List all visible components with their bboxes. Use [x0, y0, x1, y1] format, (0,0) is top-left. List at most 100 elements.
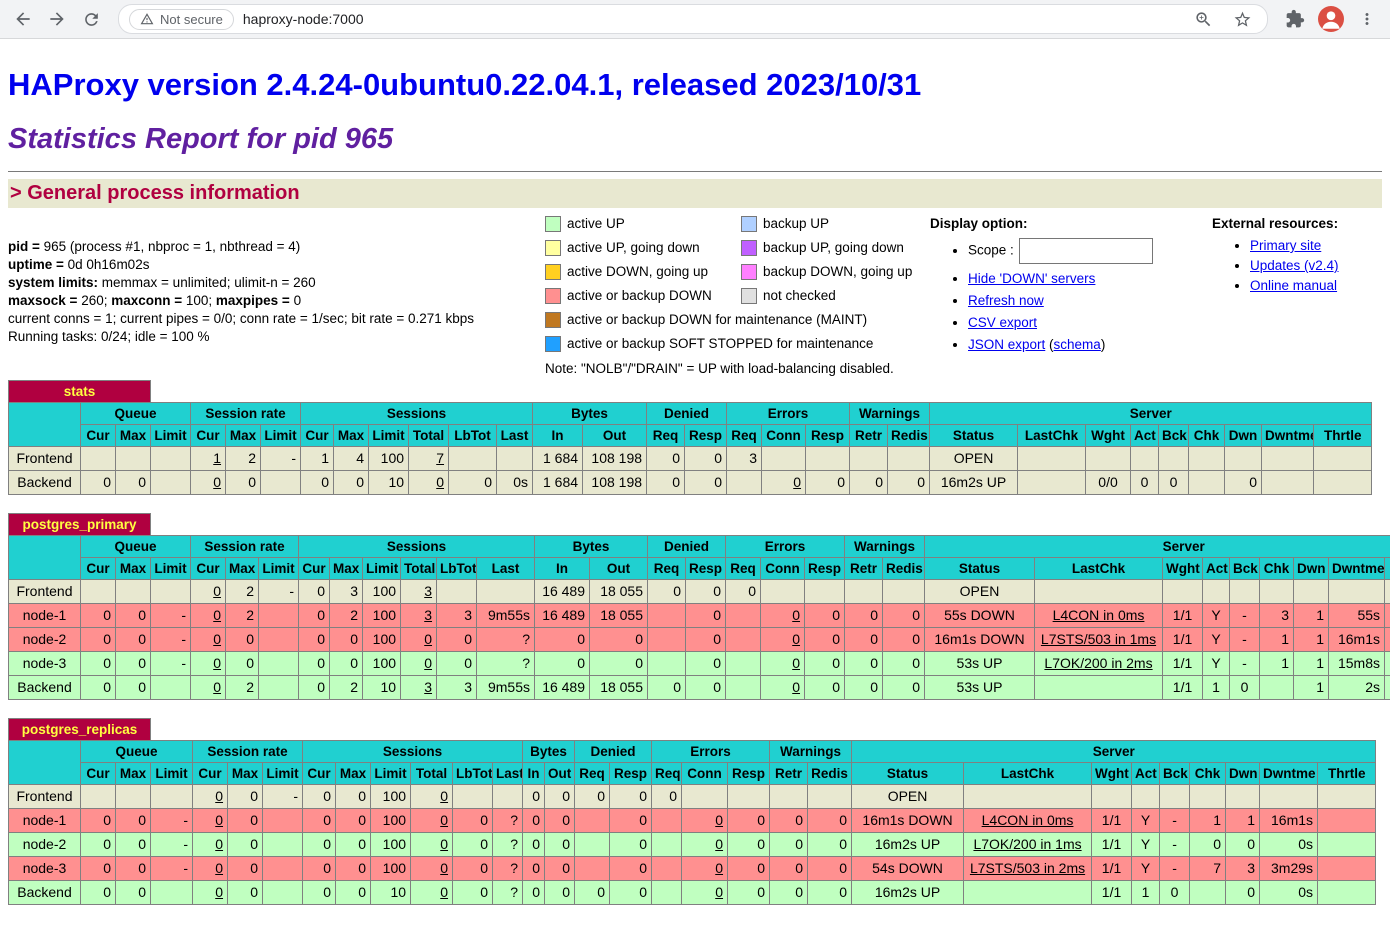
col-header: Resp: [805, 557, 845, 579]
cell-denied-req: 0: [648, 675, 686, 699]
profile-avatar[interactable]: [1318, 6, 1344, 32]
row-name: Frontend: [9, 784, 81, 808]
col-header: Max: [334, 424, 369, 446]
cell-dwntme: 0s: [1260, 832, 1318, 856]
cell-queue-cur: 0: [81, 832, 116, 856]
cell-rate-max: 0: [228, 808, 263, 832]
cell-bytes-in: 0: [523, 808, 545, 832]
col-group-server: Server: [930, 402, 1372, 424]
refresh-link[interactable]: Refresh now: [968, 293, 1044, 308]
cell-errors-conn: 0: [761, 651, 805, 675]
extensions-button[interactable]: [1280, 4, 1310, 34]
cell-sess-total: 0: [409, 470, 449, 494]
scope-input[interactable]: [1019, 238, 1153, 264]
col-header: Total: [411, 762, 453, 784]
col-header: Cur: [191, 557, 226, 579]
hide-down-link[interactable]: Hide 'DOWN' servers: [968, 271, 1095, 286]
cell-bck: 0: [1230, 675, 1260, 699]
proxy-table-postgres_primary: postgres_primaryQueueSession rateSession…: [8, 513, 1390, 700]
online-manual-link[interactable]: Online manual: [1250, 278, 1337, 293]
cell-weight: 1/1: [1163, 675, 1203, 699]
col-header: Retr: [850, 424, 888, 446]
bookmark-button[interactable]: [1227, 4, 1257, 34]
proxy-name-tab[interactable]: stats: [9, 380, 151, 402]
back-button[interactable]: [8, 4, 38, 34]
info-section: pid = 965 (process #1, nbproc = 1, nbthr…: [8, 216, 1382, 376]
cell-rate-limit: [259, 603, 299, 627]
process-info-line: uptime = 0d 0h16m02s: [8, 256, 545, 274]
cell-bytes-out: 108 198: [583, 446, 647, 470]
csv-export-link[interactable]: CSV export: [968, 315, 1037, 330]
cell-weight: 1/1: [1163, 603, 1203, 627]
cell-sess-limit: 100: [363, 579, 401, 603]
cell-act: 1: [1203, 675, 1230, 699]
col-group-warnings: Warnings: [850, 402, 930, 424]
cell-warnings-redis: 0: [808, 808, 852, 832]
cell-chk: 1: [1260, 627, 1294, 651]
cell-sess-last: [493, 784, 523, 808]
col-header: Dwn: [1225, 424, 1262, 446]
table-row-node-1: node-100-0202100339m55s16 48918 05500000…: [9, 603, 1390, 627]
col-header: LbTot: [453, 762, 493, 784]
tab-row-spacer: [151, 718, 1376, 740]
cell-thrtle: [1314, 470, 1372, 494]
cell-sess-last: ?: [493, 808, 523, 832]
col-header: Last: [493, 762, 523, 784]
url-text[interactable]: haproxy-node:7000: [243, 11, 364, 27]
col-header: Act: [1132, 762, 1160, 784]
cell-queue-cur: 0: [81, 627, 116, 651]
cell-denied-resp: 0: [610, 784, 652, 808]
cell-sess-last: 9m55s: [477, 603, 535, 627]
cell-denied-req: [648, 603, 686, 627]
col-header: Cur: [303, 762, 336, 784]
cell-sess-max: 0: [336, 784, 371, 808]
cell-queue-max: 0: [116, 470, 151, 494]
zoom-button[interactable]: [1188, 4, 1218, 34]
legend-item: active or backup SOFT STOPPED for mainte…: [545, 336, 930, 352]
menu-button[interactable]: [1352, 4, 1382, 34]
updates-option: Updates (v2.4): [1250, 258, 1382, 273]
cell-lastchk: L7STS/503 in 2ms: [964, 856, 1092, 880]
updates-link[interactable]: Updates (v2.4): [1250, 258, 1339, 273]
cell-sess-max: 4: [334, 446, 369, 470]
col-group-denied: Denied: [647, 402, 727, 424]
cell-denied-req: 0: [575, 880, 610, 904]
cell-status: OPEN: [930, 446, 1018, 470]
cell-sess-limit: 100: [363, 603, 401, 627]
json-schema-link[interactable]: schema: [1054, 337, 1101, 352]
cell-rate-max: 0: [228, 832, 263, 856]
cell-dwntme: [1262, 446, 1314, 470]
col-header: Max: [226, 557, 259, 579]
cell-dwntme: [1260, 784, 1318, 808]
legend-swatch-icon: [545, 336, 561, 352]
cell-queue-max: 0: [116, 675, 151, 699]
proxy-name-tab[interactable]: postgres_primary: [9, 513, 151, 535]
primary-site-link[interactable]: Primary site: [1250, 238, 1321, 253]
cell-warnings-retr: 0: [845, 603, 883, 627]
json-export-link[interactable]: JSON export: [968, 337, 1045, 352]
reload-button[interactable]: [76, 4, 106, 34]
page-title[interactable]: HAProxy version 2.4.24-0ubuntu0.22.04.1,…: [8, 67, 1382, 103]
col-group-warnings: Warnings: [845, 535, 925, 557]
not-secure-chip[interactable]: Not secure: [129, 9, 234, 30]
cell-sess-lbtot: [437, 579, 477, 603]
process-info-line: current conns = 1; current pipes = 0/0; …: [8, 310, 545, 328]
col-header: Last: [497, 424, 533, 446]
cell-lastchk: [964, 880, 1092, 904]
legend-item-label: backup UP: [763, 216, 829, 231]
cell-thrtle: [1385, 579, 1390, 603]
cell-bck: [1159, 446, 1189, 470]
proxy-name-tab[interactable]: postgres_replicas: [9, 718, 151, 740]
cell-queue-limit: [151, 446, 191, 470]
cell-sess-lbtot: 0: [453, 832, 493, 856]
legend-swatch-icon: [545, 312, 561, 328]
col-group-server: Server: [925, 535, 1390, 557]
cell-act: Y: [1132, 808, 1160, 832]
cell-errors-resp: 0: [728, 856, 770, 880]
cell-bytes-in: 0: [535, 627, 590, 651]
forward-button[interactable]: [42, 4, 72, 34]
address-bar[interactable]: Not secure haproxy-node:7000: [118, 4, 1268, 34]
kebab-menu-icon: [1358, 10, 1376, 28]
cell-queue-limit: -: [151, 627, 191, 651]
cell-lastchk: [1035, 579, 1163, 603]
